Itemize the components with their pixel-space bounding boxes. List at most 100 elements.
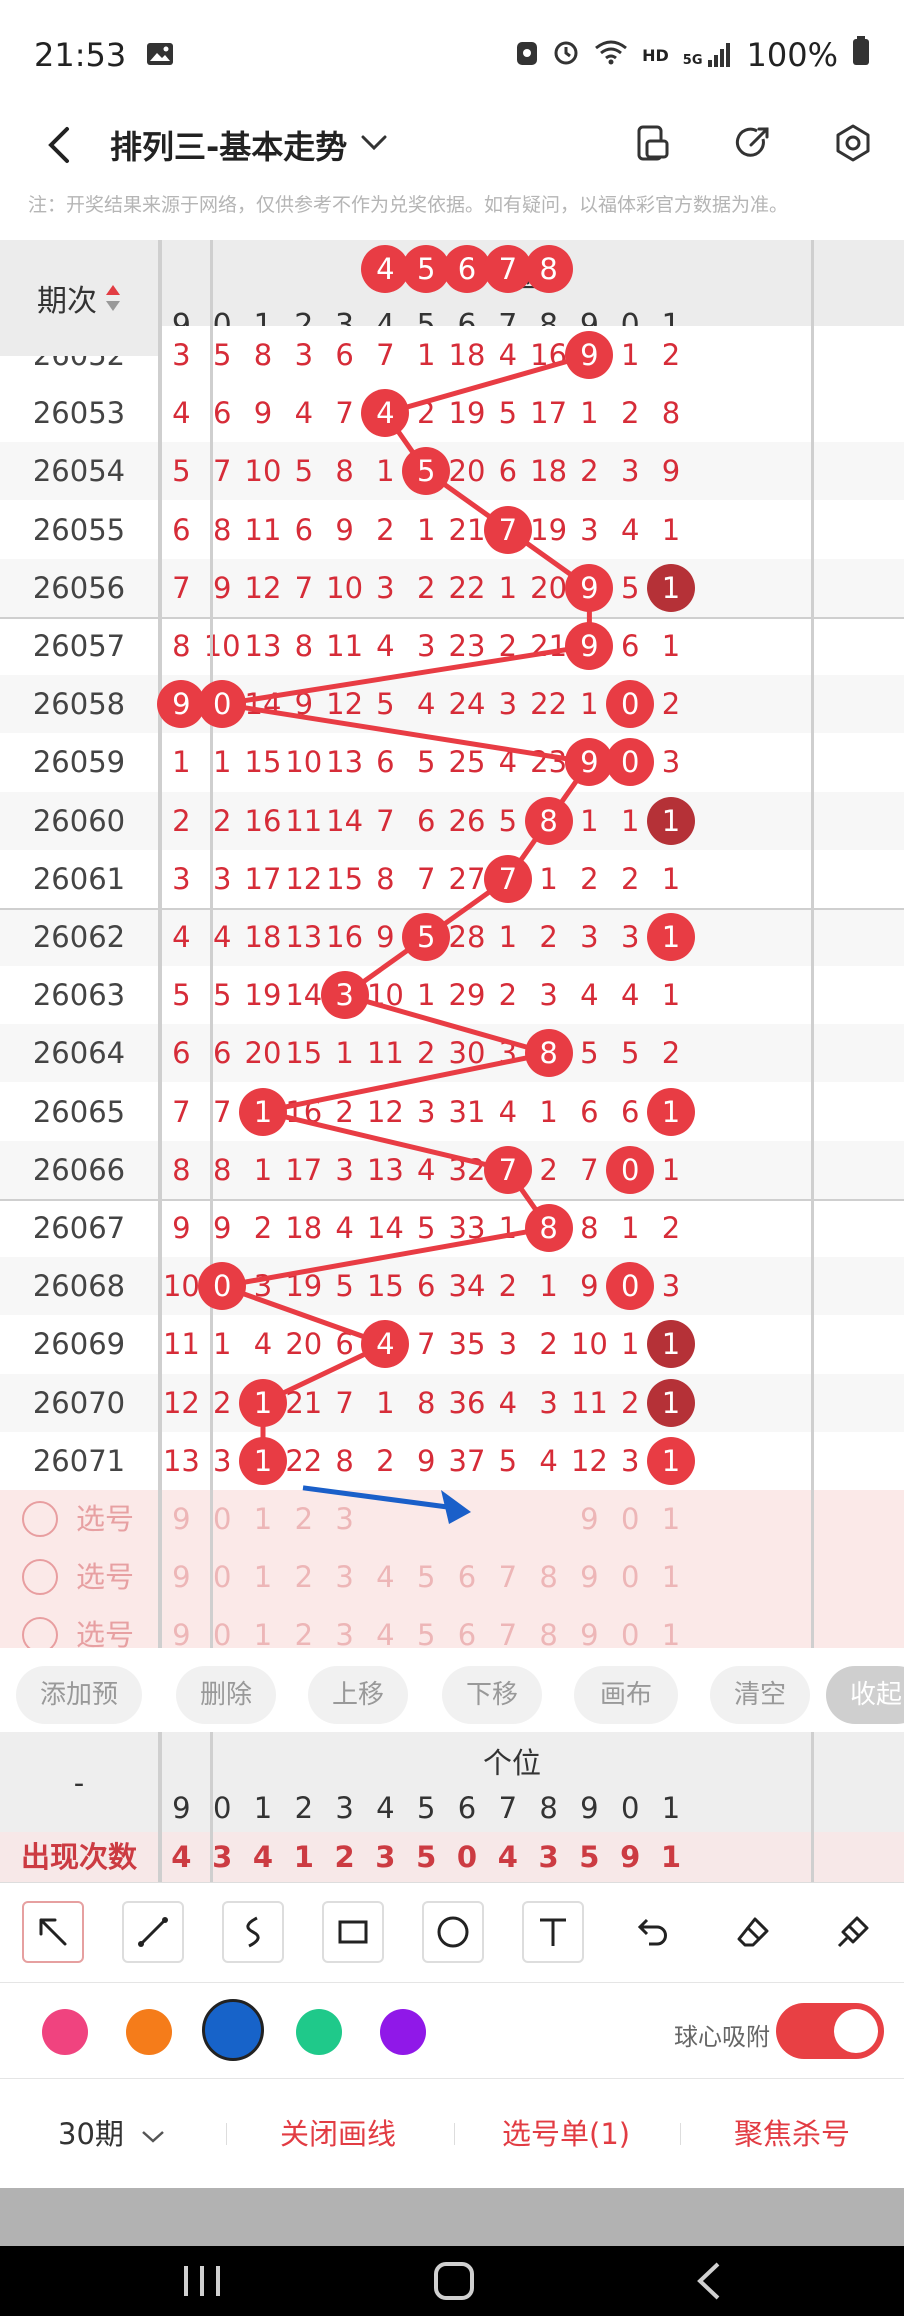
missing-count-cell: 14 <box>326 803 364 838</box>
drawn-number-ball[interactable]: 1 <box>647 1087 695 1136</box>
pick-number-cell[interactable]: 2 <box>283 1490 324 1548</box>
pick-number-cell[interactable]: 5 <box>406 1548 447 1606</box>
close-drawing-button[interactable]: 关闭画线 <box>280 2079 396 2189</box>
pick-number-cell[interactable]: 1 <box>243 1606 284 1648</box>
color-swatch-green[interactable] <box>296 2009 342 2055</box>
drawn-number-ball[interactable]: 1 <box>647 1436 695 1485</box>
collapse-button[interactable]: 收起 <box>826 1666 904 1724</box>
circle-tool-button[interactable] <box>422 1901 484 1963</box>
missing-count-cell: 8 <box>335 1443 354 1478</box>
pick-number-cell[interactable]: 3 <box>324 1606 365 1648</box>
pick-number-cell[interactable]: 1 <box>651 1490 692 1548</box>
page-title[interactable]: 排列三-基本走势 <box>110 122 347 168</box>
pick-number-cell[interactable]: 7 <box>487 1606 528 1648</box>
pick-number-cell[interactable]: 0 <box>610 1490 651 1548</box>
pick-number-cell[interactable]: 2 <box>283 1548 324 1606</box>
pick-number-cell[interactable]: 1 <box>243 1490 284 1548</box>
drawn-number-ball[interactable]: 0 <box>606 1145 655 1194</box>
phone-landscape-icon[interactable] <box>622 112 684 174</box>
missing-count-cell: 4 <box>253 1327 273 1362</box>
drawn-number-ball[interactable]: 8 <box>524 1204 573 1252</box>
color-swatch-purple[interactable] <box>380 2009 426 2055</box>
curve-tool-button[interactable] <box>222 1901 284 1963</box>
pick-number-cell[interactable]: 2 <box>283 1606 324 1648</box>
missing-count-cell: 8 <box>661 396 681 431</box>
pick-number-cell[interactable]: 1 <box>243 1548 284 1606</box>
canvas-plus-button[interactable]: 画布+ <box>574 1666 678 1768</box>
drawn-number-ball[interactable]: 1 <box>647 913 695 961</box>
drawn-number-ball[interactable]: 8 <box>524 1029 573 1078</box>
pick-number-cell[interactable]: 3 <box>324 1490 365 1548</box>
pick-number-cell[interactable]: 9 <box>161 1548 202 1606</box>
pick-number-cell[interactable]: 0 <box>610 1548 651 1606</box>
clear-button[interactable]: 清空 <box>710 1666 810 1724</box>
drawn-number-ball[interactable]: 1 <box>239 1378 287 1427</box>
column-divider <box>210 240 213 1648</box>
rectangle-tool-button[interactable] <box>322 1901 384 1963</box>
pick-number-cell[interactable]: 9 <box>569 1606 610 1648</box>
drawn-number-ball[interactable]: 7 <box>483 505 532 554</box>
pick-number-cell[interactable]: 6 <box>447 1548 488 1606</box>
color-swatch-pink[interactable] <box>42 2009 88 2055</box>
pick-row-radio[interactable] <box>22 1501 58 1537</box>
pick-number-cell[interactable]: 0 <box>202 1606 243 1648</box>
color-swatch-blue[interactable] <box>202 1999 264 2061</box>
share-icon[interactable] <box>722 112 784 174</box>
issue-column-header[interactable]: 期次 <box>0 240 158 356</box>
period-selector[interactable]: 30期 <box>58 2079 165 2189</box>
pick-number-cell[interactable]: 0 <box>202 1548 243 1606</box>
missing-count-cell: 11 <box>162 1327 200 1362</box>
pick-row-radio[interactable] <box>22 1617 58 1648</box>
move-up-button[interactable]: 上移 <box>308 1666 408 1724</box>
pick-number-cell[interactable]: 8 <box>528 1606 569 1648</box>
drawn-number-ball[interactable]: 8 <box>524 796 573 845</box>
pick-number-cell[interactable]: 0 <box>610 1606 651 1648</box>
pick-number-cell[interactable]: 9 <box>569 1490 610 1548</box>
pick-list-button[interactable]: 选号单(1) <box>502 2079 630 2189</box>
picked-number-ball[interactable]: 8 <box>524 245 573 293</box>
drawn-number-ball[interactable]: 1 <box>239 1436 287 1485</box>
pick-number-cell[interactable]: 1 <box>651 1606 692 1648</box>
focus-kill-button[interactable]: 聚焦杀号 <box>734 2079 850 2189</box>
drawn-number-ball[interactable]: 1 <box>647 1378 695 1427</box>
pick-number-cell[interactable]: 6 <box>447 1606 488 1648</box>
chevron-down-icon[interactable] <box>361 135 387 155</box>
pick-number-cell[interactable]: 9 <box>569 1548 610 1606</box>
column-divider <box>811 1732 814 1882</box>
pick-number-cell[interactable]: 9 <box>161 1606 202 1648</box>
arrow-tool-button[interactable] <box>22 1901 84 1963</box>
undo-button[interactable] <box>622 1901 684 1963</box>
pick-number-cell[interactable]: 3 <box>324 1548 365 1606</box>
pick-number-cell[interactable]: 0 <box>202 1490 243 1548</box>
pick-number-cell[interactable]: 4 <box>365 1606 406 1648</box>
drawn-number-ball[interactable]: 7 <box>483 1145 532 1194</box>
settings-icon[interactable] <box>822 112 884 174</box>
pick-number-cell[interactable]: 4 <box>365 1548 406 1606</box>
pick-number-cell[interactable]: 7 <box>487 1548 528 1606</box>
delete-button[interactable]: 删除 <box>176 1666 276 1724</box>
color-swatch-orange[interactable] <box>126 2009 172 2055</box>
add-preselect-button[interactable]: 添加预选 <box>16 1666 142 1768</box>
occurrence-count: 0 <box>456 1840 478 1874</box>
drawn-number-ball[interactable]: 5 <box>402 913 451 961</box>
line-tool-button[interactable] <box>122 1901 184 1963</box>
missing-count-cell: 1 <box>620 338 640 372</box>
pick-number-cell[interactable]: 8 <box>528 1548 569 1606</box>
drawn-number-ball[interactable]: 1 <box>239 1087 287 1136</box>
back-button[interactable] <box>30 115 90 175</box>
text-tool-button[interactable] <box>522 1901 584 1963</box>
clear-canvas-button[interactable] <box>822 1901 884 1963</box>
pick-number-cell[interactable]: 1 <box>651 1548 692 1606</box>
drawn-number-ball[interactable]: 9 <box>565 563 614 612</box>
eraser-button[interactable] <box>722 1901 784 1963</box>
pick-number-cell[interactable]: 5 <box>406 1606 447 1648</box>
pick-row-radio[interactable] <box>22 1559 58 1596</box>
move-down-button[interactable]: 下移 <box>442 1666 542 1724</box>
pick-number-cell[interactable]: 9 <box>161 1490 202 1548</box>
ball-center-snap-toggle[interactable] <box>776 2003 884 2059</box>
drawn-number-ball[interactable]: 1 <box>647 796 695 845</box>
drawn-number-ball[interactable]: 1 <box>647 563 695 612</box>
occurrence-count: 1 <box>293 1840 314 1874</box>
drawn-number-ball[interactable]: 7 <box>483 854 532 903</box>
drawn-number-ball[interactable]: 3 <box>320 971 369 1020</box>
